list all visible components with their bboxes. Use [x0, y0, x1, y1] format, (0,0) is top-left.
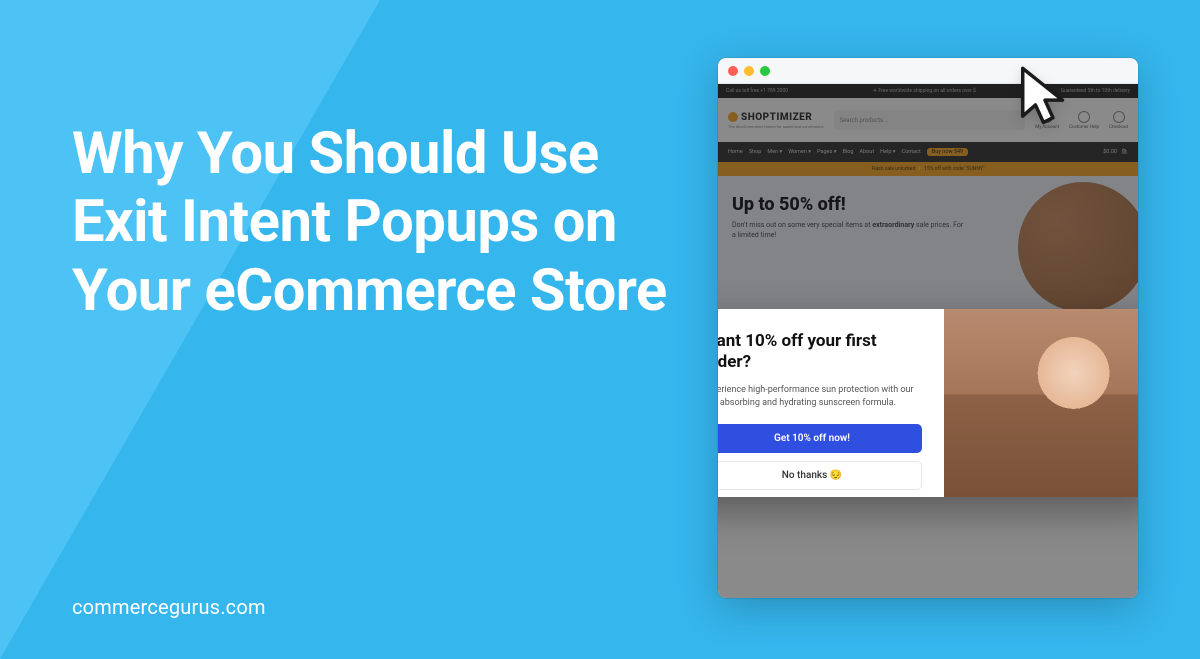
- popup-body: Experience high-performance sun protecti…: [718, 384, 922, 410]
- popup-cta-button[interactable]: Get 10% off now!: [718, 424, 922, 453]
- site-credit: commercegurus.com: [72, 595, 266, 619]
- popup-decline-button[interactable]: No thanks 😔: [718, 461, 922, 490]
- popup-title: Want 10% off your first order?: [718, 331, 922, 374]
- popup-content: Want 10% off your first order? Experienc…: [718, 309, 944, 497]
- exit-intent-popup: ✕ Want 10% off your first order? Experie…: [718, 309, 1138, 497]
- background-diagonal: [0, 0, 380, 659]
- cursor-icon: [1012, 62, 1078, 132]
- window-close-icon[interactable]: [728, 66, 738, 76]
- window-minimize-icon[interactable]: [744, 66, 754, 76]
- browser-mockup: Call us toll free +1 789 2000 ✈ Free wor…: [718, 58, 1138, 598]
- page-headline: Why You Should Use Exit Intent Popups on…: [72, 120, 682, 325]
- site-content: Call us toll free +1 789 2000 ✈ Free wor…: [718, 84, 1138, 598]
- window-maximize-icon[interactable]: [760, 66, 770, 76]
- popup-image: [944, 309, 1138, 497]
